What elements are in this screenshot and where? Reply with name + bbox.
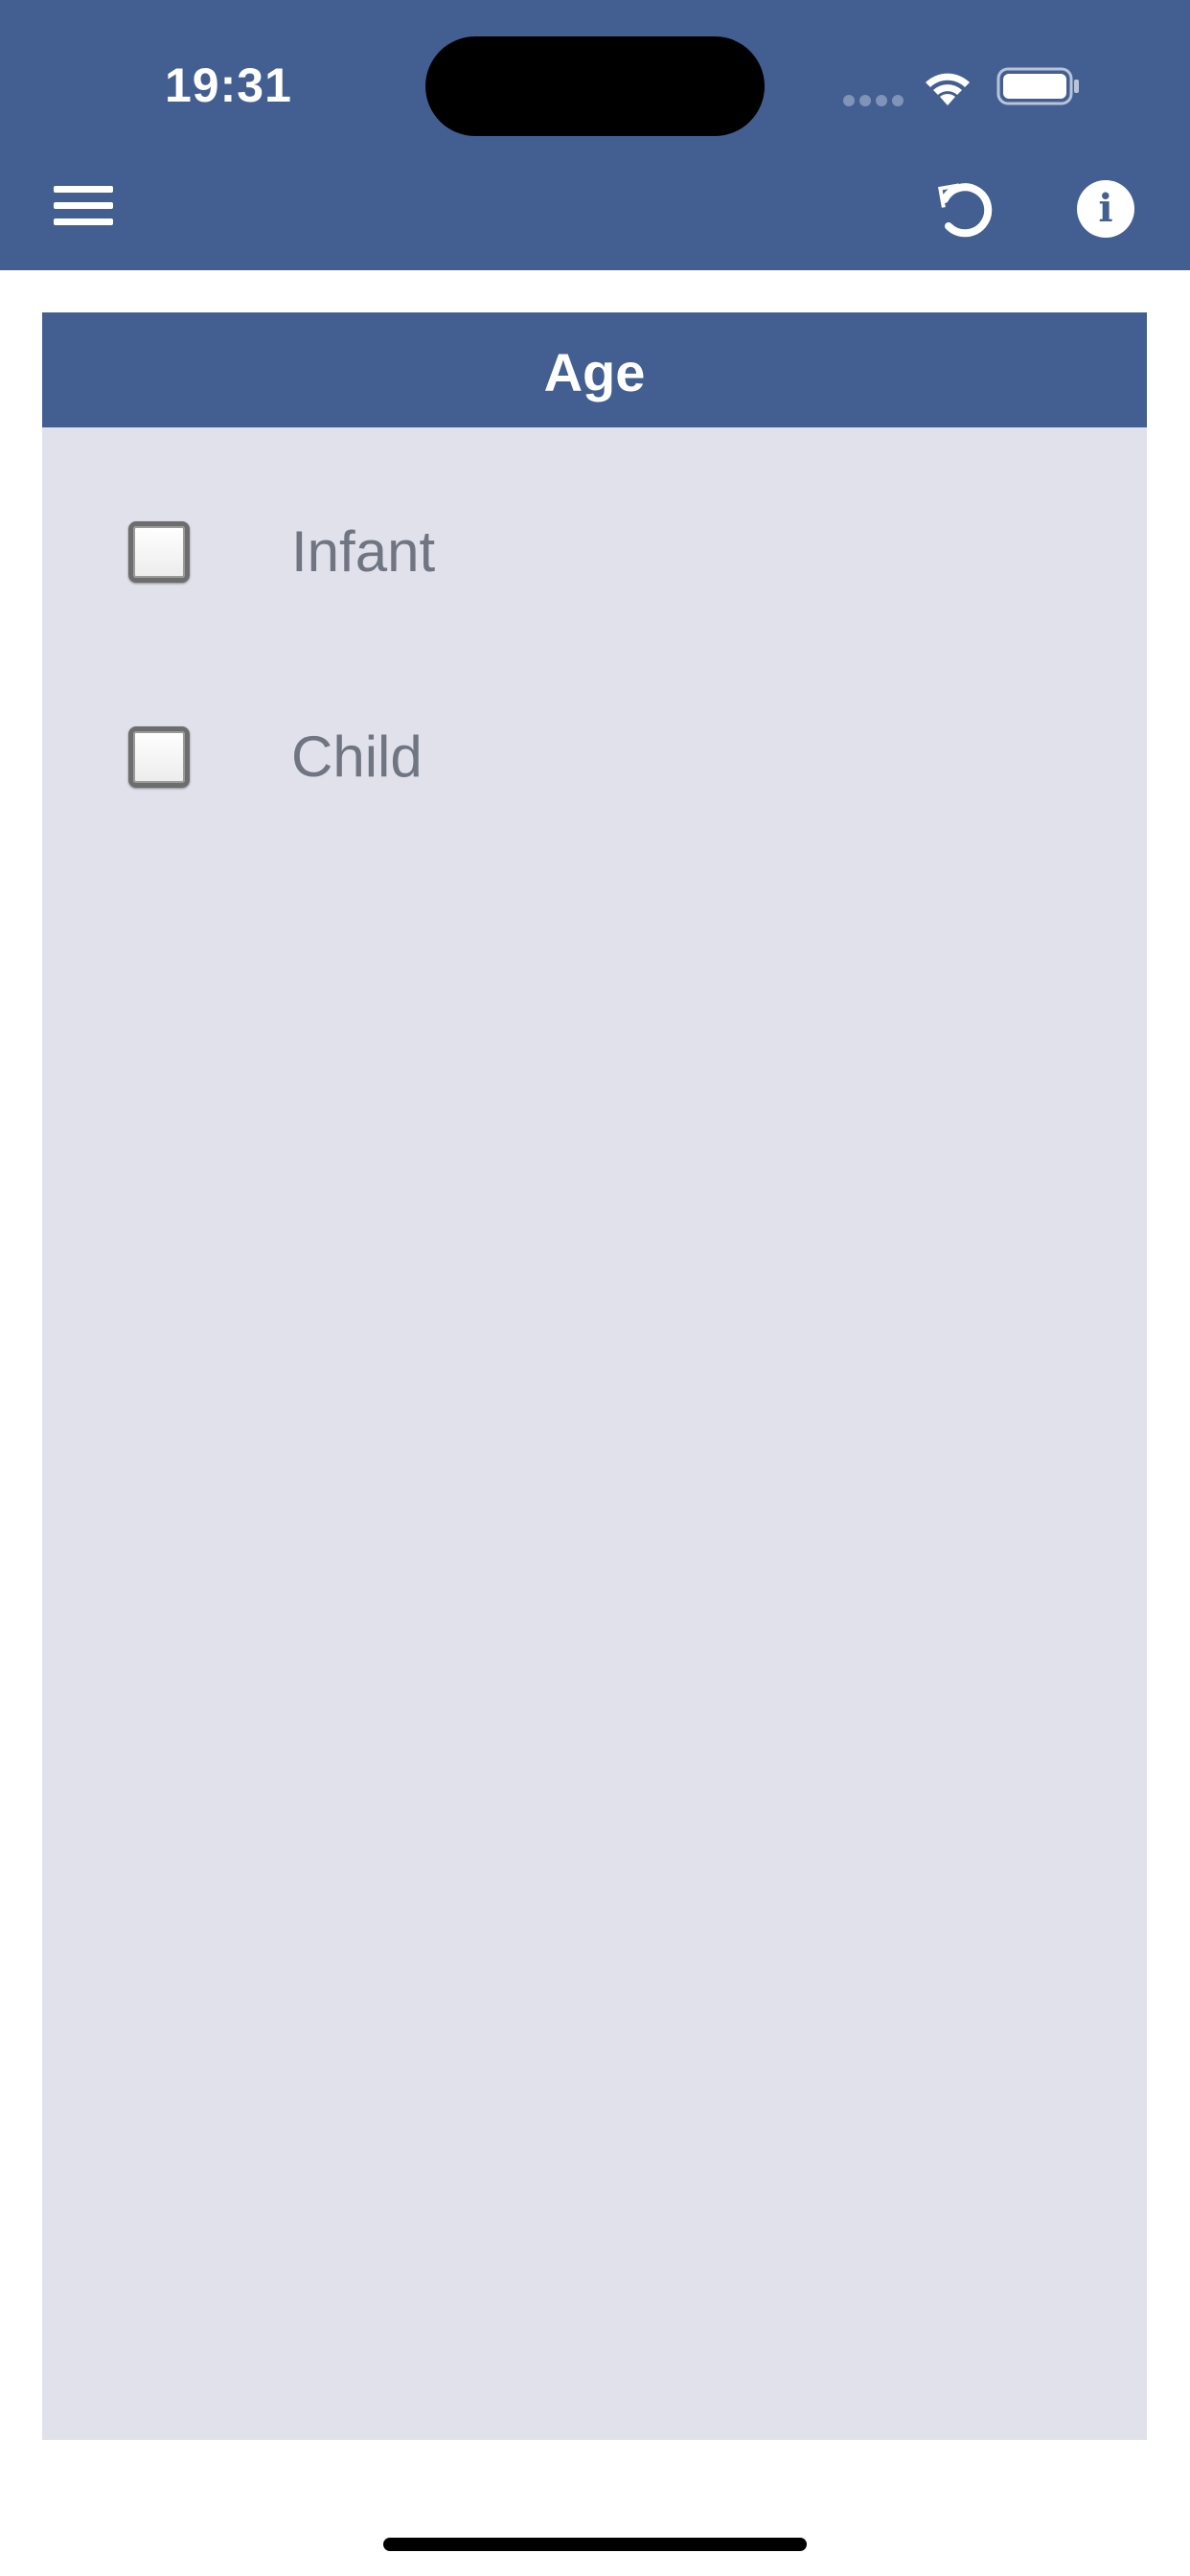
panel-title: Age — [543, 342, 646, 402]
panel-header: Age — [42, 312, 1147, 427]
option-label: Child — [291, 724, 423, 789]
reset-button[interactable] — [927, 172, 1000, 245]
wifi-icon — [926, 73, 970, 105]
infant-checkbox[interactable] — [128, 521, 190, 583]
option-child[interactable]: Child — [128, 724, 991, 799]
info-icon: i — [1098, 186, 1113, 231]
cellular-signal-icon — [843, 95, 904, 106]
age-filter-panel: Age Infant Child — [42, 312, 1147, 2440]
child-checkbox[interactable] — [128, 726, 190, 788]
dynamic-island — [425, 36, 765, 136]
battery-icon — [996, 67, 1079, 105]
top-header: 19:31 i — [0, 0, 1190, 270]
menu-button[interactable] — [54, 182, 117, 230]
status-time: 19:31 — [165, 58, 292, 112]
home-indicator[interactable] — [383, 2538, 807, 2551]
screen: 19:31 i Age Infant Child — [0, 0, 1190, 2576]
option-label: Infant — [291, 519, 436, 584]
option-infant[interactable]: Infant — [128, 519, 991, 594]
undo-icon — [938, 183, 993, 238]
info-button[interactable]: i — [1077, 180, 1134, 238]
